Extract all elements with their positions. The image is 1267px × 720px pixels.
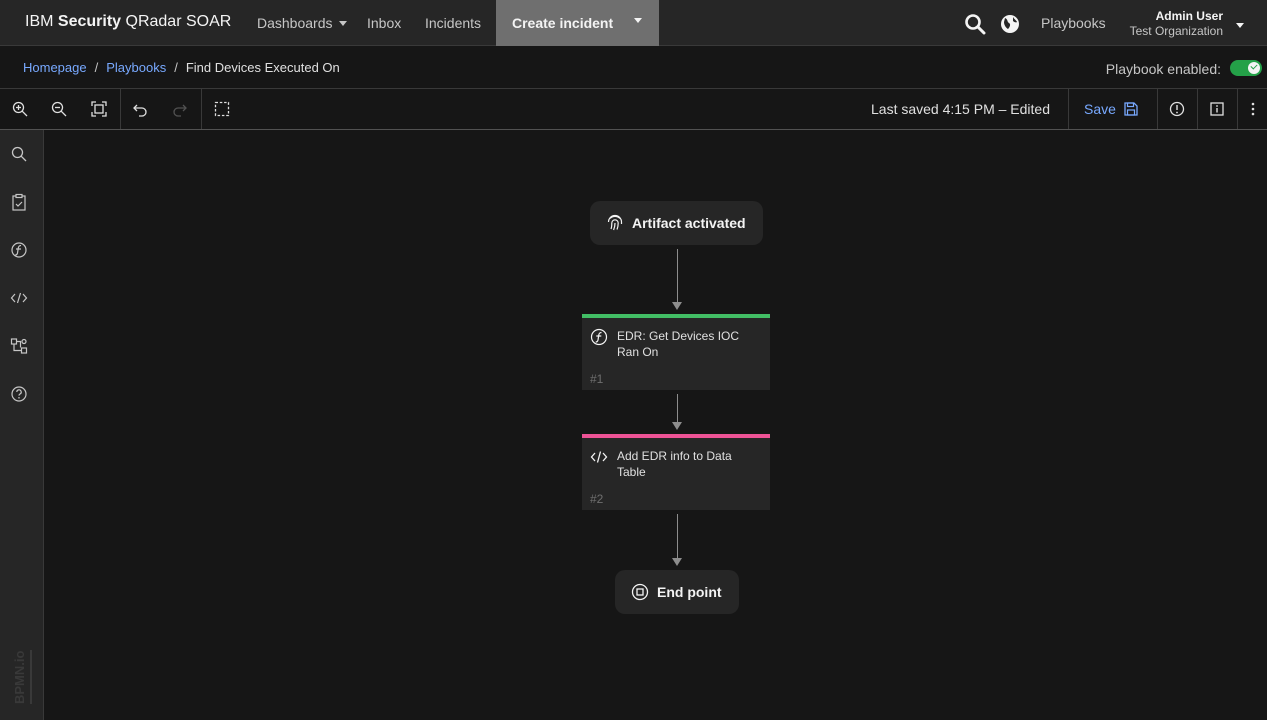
function-task-node[interactable]: EDR: Get Devices IOC Ran On #1 [582, 314, 770, 390]
breadcrumb-separator: / [174, 60, 178, 75]
nav-inbox[interactable]: Inbox [367, 0, 401, 46]
overflow-menu-icon [1251, 102, 1254, 116]
connector-line[interactable] [677, 514, 678, 559]
task-clipboard-icon[interactable] [10, 193, 28, 211]
user-organization: Test Organization [1129, 24, 1223, 38]
brand-logo[interactable]: IBM Security QRadar SOAR [25, 0, 231, 46]
script-accent-bar [582, 434, 770, 438]
redo-icon [173, 104, 187, 117]
create-incident-label: Create incident [512, 15, 614, 31]
breadcrumb-separator: / [94, 60, 99, 75]
task-label: Add EDR info to Data Table [617, 449, 732, 479]
end-event-node[interactable]: End point [615, 570, 739, 614]
functions-icon[interactable] [10, 241, 28, 259]
nav-dashboards[interactable]: Dashboards [257, 0, 347, 46]
chevron-down-icon [634, 18, 642, 23]
save-button[interactable]: Save [1069, 89, 1157, 129]
script-task-node[interactable]: Add EDR info to Data Table #2 [582, 434, 770, 510]
create-incident-button[interactable]: Create incident [496, 0, 659, 46]
breadcrumb-current: Find Devices Executed On [185, 60, 340, 75]
zoom-out-icon [51, 101, 67, 117]
globe-icon[interactable] [999, 13, 1021, 35]
marquee-select-icon [214, 101, 230, 117]
warning-icon [1169, 101, 1185, 117]
zoom-in-icon [12, 101, 28, 117]
start-event-label: Artifact activated [632, 215, 746, 231]
zoom-in-button[interactable] [0, 89, 40, 129]
fingerprint-icon [607, 214, 623, 231]
info-icon [1210, 102, 1224, 116]
fit-to-screen-button[interactable] [79, 89, 119, 129]
breadcrumb-bar: Homepage / Playbooks / Find Devices Executed… [0, 46, 1267, 89]
task-number: #1 [590, 372, 604, 386]
brand-bold: Security [57, 13, 122, 30]
save-button-label: Save [1084, 101, 1116, 117]
stop-icon [631, 583, 649, 601]
brand-prefix: IBM [25, 13, 54, 30]
bpmn-io-watermark[interactable]: BPMN.io [12, 650, 32, 704]
zoom-out-button[interactable] [39, 89, 79, 129]
user-name: Admin User [1155, 9, 1223, 23]
last-saved-status: Last saved 4:15 PM – Edited [871, 101, 1050, 117]
top-nav: IBM Security QRadar SOAR Dashboards Inbo… [0, 0, 1267, 46]
nav-dashboards-label: Dashboards [257, 15, 333, 31]
arrow-head [672, 302, 682, 310]
connector-line[interactable] [677, 394, 678, 423]
task-label: EDR: Get Devices IOC Ran On [617, 329, 740, 359]
code-icon[interactable] [10, 289, 28, 307]
user-menu[interactable]: Admin User Test Organization [1130, 9, 1223, 39]
start-event-node[interactable]: Artifact activated [590, 201, 763, 245]
end-event-label: End point [657, 584, 722, 600]
nav-incidents[interactable]: Incidents [425, 0, 481, 46]
playbook-enabled-label: Playbook enabled: [1105, 61, 1221, 77]
function-accent-bar [582, 314, 770, 318]
playbook-enabled-toggle[interactable] [1230, 60, 1262, 76]
redo-button[interactable] [160, 89, 200, 129]
task-number: #2 [590, 492, 604, 506]
create-incident-dropdown[interactable] [621, 0, 659, 46]
overflow-menu-button[interactable] [1238, 89, 1267, 129]
brand-suffix: QRadar SOAR [125, 13, 232, 30]
fit-screen-icon [91, 101, 107, 117]
info-button[interactable] [1197, 89, 1237, 129]
breadcrumb-homepage[interactable]: Homepage [23, 60, 87, 75]
connector-line[interactable] [677, 249, 678, 303]
select-area-button[interactable] [202, 89, 242, 129]
code-icon [590, 451, 608, 463]
chevron-down-icon [338, 20, 347, 26]
checkmark-icon [1248, 62, 1260, 74]
save-icon [1124, 102, 1138, 116]
editor-toolbar: Last saved 4:15 PM – Edited Save [0, 89, 1267, 130]
validation-button[interactable] [1157, 89, 1197, 129]
left-side-rail: BPMN.io [0, 130, 44, 720]
search-icon[interactable] [10, 145, 28, 163]
arrow-head [672, 422, 682, 430]
search-icon[interactable] [964, 13, 986, 35]
function-icon [590, 328, 608, 346]
chevron-down-icon[interactable] [1236, 23, 1244, 28]
undo-icon [133, 104, 147, 117]
nav-playbooks[interactable]: Playbooks [1041, 0, 1106, 46]
workflow-icon[interactable] [10, 337, 28, 355]
arrow-head [672, 558, 682, 566]
breadcrumb-playbooks[interactable]: Playbooks [106, 60, 166, 75]
undo-button[interactable] [120, 89, 160, 129]
help-icon[interactable] [10, 385, 28, 403]
breadcrumb: Homepage / Playbooks / Find Devices Executed… [23, 60, 340, 75]
